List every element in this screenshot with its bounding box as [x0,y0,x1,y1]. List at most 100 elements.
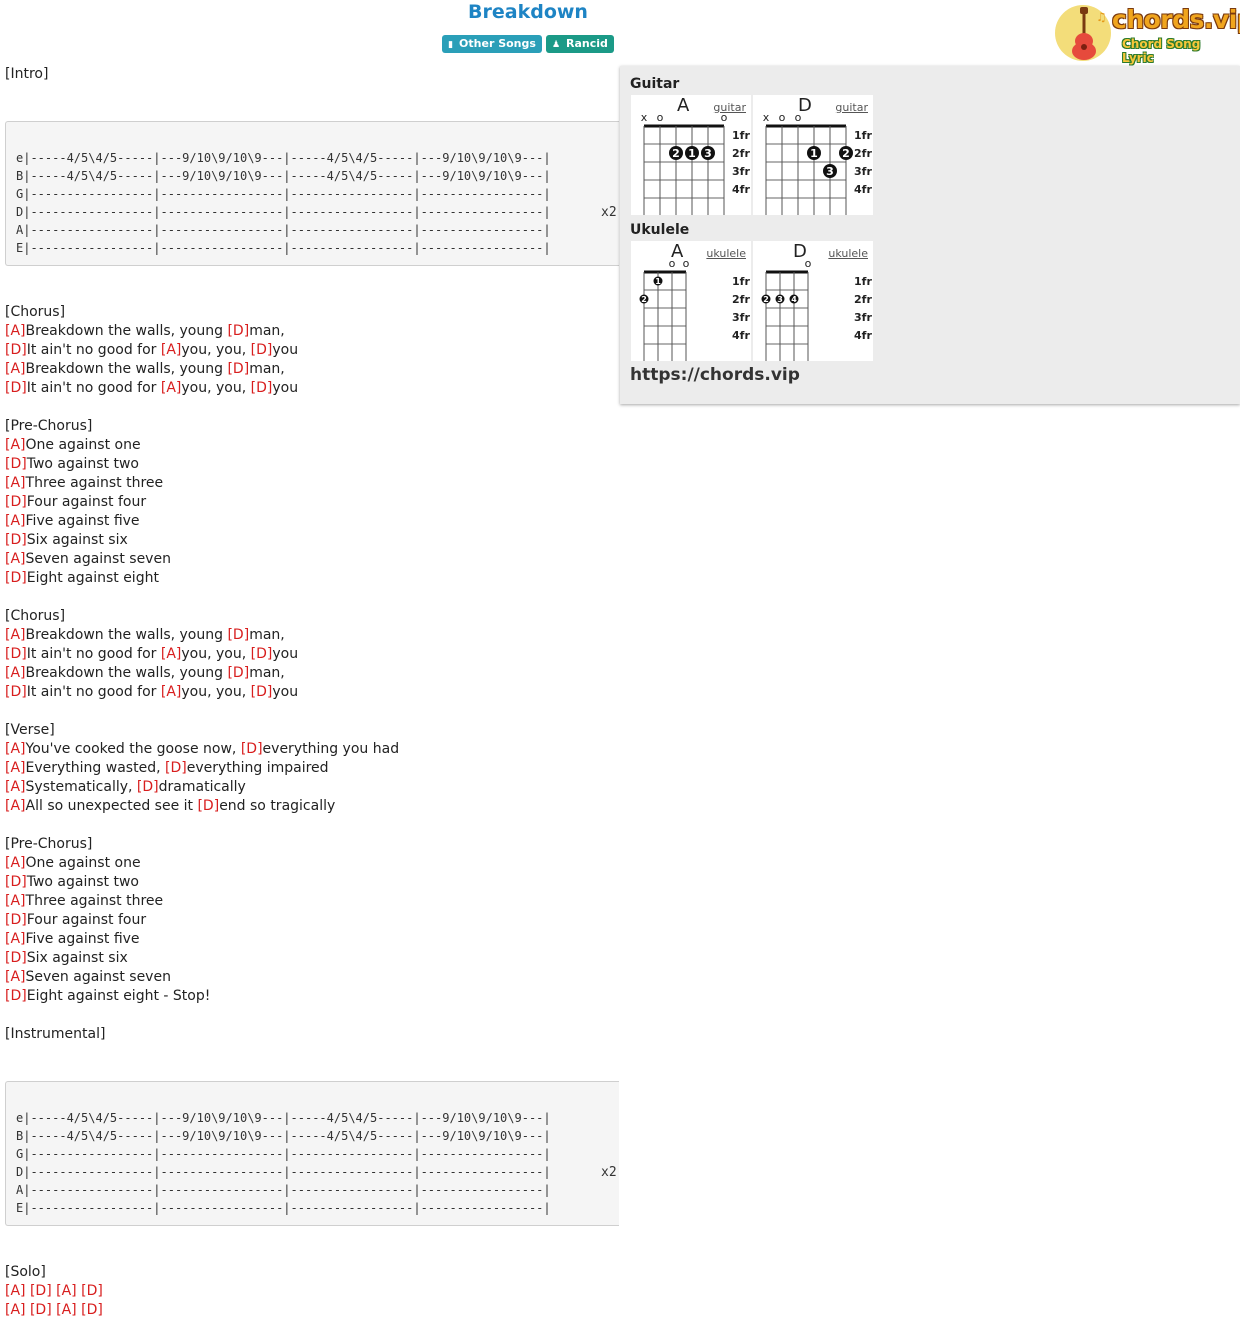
chord-marker[interactable]: [A] [161,684,182,700]
tab-string-line: A|-----------------|-----------------|--… [16,1183,551,1197]
chord-marker[interactable]: [A] [5,855,26,871]
chord-marker[interactable]: [D] [5,456,27,472]
chord-marker[interactable]: [D] [251,342,273,358]
lyric-line: [A]Breakdown the walls, young [D]man, [5,322,620,341]
lyric-text: Two against two [26,456,139,472]
lyric-line: [A]Systematically, [D]dramatically [5,778,620,797]
finger-number: 1 [655,277,661,286]
chord-marker[interactable]: [D] [5,874,27,890]
chord-marker[interactable]: [A] [5,741,26,757]
chord-instrument-link[interactable]: ukulele [828,247,868,260]
tablature-lines: e|-----4/5\4/5-----|---9/10\9/10\9---|--… [16,1109,551,1217]
logo-wordmark: chords.vip [1112,5,1240,34]
chord-marker[interactable]: [D] [5,494,27,510]
chord-marker[interactable]: [D] [81,1302,103,1318]
lyric-line: [A]Five against five [5,512,620,531]
chord-marker[interactable]: [D] [165,760,187,776]
chord-instrument-link[interactable]: guitar [835,101,868,114]
lyric-text: you, you, [181,684,251,700]
chord-marker[interactable]: [A] [5,323,26,339]
chord-name: D [793,241,807,262]
site-logo[interactable]: ♫ chords.vip Chord Song Lyric [1054,3,1240,65]
lyric-text: everything you had [262,741,400,757]
chord-marker[interactable]: [A] [5,893,26,909]
tab-string-line: E|-----------------|-----------------|--… [16,241,551,255]
chord-marker[interactable]: [D] [137,779,159,795]
chord-marker[interactable]: [A] [5,665,26,681]
chord-marker[interactable]: [D] [251,646,273,662]
chord-marker[interactable]: [D] [5,912,27,928]
chord-marker[interactable]: [A] [5,760,26,776]
chord-card-ukulele-a[interactable]: o o 2 1 1fr 2fr 3fr 4fr A ukulele [631,241,751,361]
chord-marker[interactable]: [A] [5,969,26,985]
lyric-text: Five against five [25,513,140,529]
chord-marker[interactable]: [A] [5,798,26,814]
chord-marker[interactable]: [A] [5,1283,26,1299]
lyric-text: you, you, [181,646,251,662]
chord-card-guitar-a[interactable]: x o o 2 1 3 1fr 2fr 3fr 4fr A guitar [631,95,751,215]
finger-number: 3 [704,147,712,160]
lyric-text: It ain't no good for [26,342,161,358]
lyric-text: [Instrumental] [5,1026,106,1042]
chord-marker[interactable]: [D] [5,646,27,662]
tag-artist[interactable]: ♟ Rancid [545,35,614,53]
lyric-text: [Solo] [5,1264,46,1280]
lyric-line: [A]All so unexpected see it [D]end so tr… [5,797,620,816]
finger-number: 2 [641,295,647,304]
chord-marker[interactable]: [A] [56,1302,77,1318]
chord-marker[interactable]: [A] [5,551,26,567]
chord-marker[interactable]: [D] [197,798,219,814]
chord-marker[interactable]: [A] [5,779,26,795]
lyric-text: [Chorus] [5,304,66,320]
chord-marker[interactable]: [A] [5,931,26,947]
chord-marker[interactable]: [D] [227,323,249,339]
site-url[interactable]: https://chords.vip [630,365,800,385]
lyric-text: Four against four [26,494,147,510]
chord-marker[interactable]: [A] [5,627,26,643]
chord-marker[interactable]: [D] [5,342,27,358]
tab-string-line: A|-----------------|-----------------|--… [16,223,551,237]
chord-marker[interactable]: [A] [161,380,182,396]
chord-marker[interactable]: [D] [5,380,27,396]
chord-marker[interactable]: [A] [5,361,26,377]
lyric-line: [D]Two against two [5,455,620,474]
chord-marker[interactable]: [D] [5,988,27,1004]
fret-label: 4fr [854,183,872,196]
fret-label: 3fr [854,165,872,178]
chord-marker[interactable]: [D] [5,570,27,586]
chord-instrument-link[interactable]: guitar [713,101,746,114]
chord-marker[interactable]: [D] [30,1283,52,1299]
chord-marker[interactable]: [D] [241,741,263,757]
chord-marker[interactable]: [A] [5,437,26,453]
chord-marker[interactable]: [A] [5,1302,26,1318]
chord-marker[interactable]: [A] [5,513,26,529]
chord-marker[interactable]: [D] [227,361,249,377]
chord-marker[interactable]: [A] [56,1283,77,1299]
open-string-mark: o [657,111,664,124]
chord-instrument-link[interactable]: ukulele [706,247,746,260]
tablature-block: e|-----4/5\4/5-----|---9/10\9/10\9---|--… [5,121,619,266]
chord-marker[interactable]: [D] [251,684,273,700]
lyric-line: [D]Four against four [5,911,620,930]
lyric-text: It ain't no good for [26,380,161,396]
chord-marker[interactable]: [A] [5,475,26,491]
chord-card-guitar-d[interactable]: x o o 1 2 3 1fr 2fr 3fr 4fr D guitar [753,95,873,215]
lyric-text: It ain't no good for [26,646,161,662]
chord-marker[interactable]: [D] [81,1283,103,1299]
chord-marker[interactable]: [D] [5,532,27,548]
chord-marker[interactable]: [D] [5,950,27,966]
chord-marker[interactable]: [D] [227,627,249,643]
chord-marker[interactable]: [D] [5,684,27,700]
chord-marker[interactable]: [D] [227,665,249,681]
chord-card-ukulele-d[interactable]: o 2 3 4 1fr 2fr 3fr 4fr D ukulele [753,241,873,361]
tablature-block: e|-----4/5\4/5-----|---9/10\9/10\9---|--… [5,1081,619,1226]
tag-other-songs[interactable]: ▮ Other Songs [442,35,542,53]
chord-marker[interactable]: [D] [30,1302,52,1318]
chord-marker[interactable]: [A] [161,646,182,662]
song-title: Breakdown [468,1,588,23]
chord-marker[interactable]: [A] [161,342,182,358]
chord-marker[interactable]: [D] [251,380,273,396]
